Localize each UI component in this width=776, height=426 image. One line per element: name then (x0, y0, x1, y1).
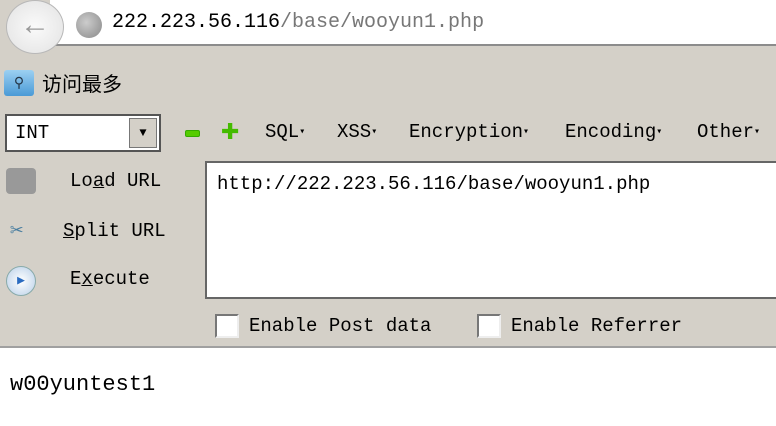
increment-icon[interactable]: ✚ (221, 122, 239, 144)
back-button[interactable]: ← (6, 0, 64, 54)
play-icon: ▶ (6, 266, 36, 296)
back-arrow-icon: ← (25, 10, 44, 44)
folder-search-icon: ⚲ (4, 69, 34, 96)
menu-label: Encryption (409, 121, 524, 143)
select-value: INT (15, 122, 50, 144)
menu-xss[interactable]: XSS▾ (337, 121, 377, 143)
menu-encoding[interactable]: Encoding▾ (565, 121, 662, 143)
menu-sql[interactable]: SQL▾ (265, 121, 305, 143)
enable-post-checkbox[interactable]: Enable Post data (215, 314, 431, 338)
scissors-icon: ✂ (10, 219, 24, 244)
globe-icon (76, 12, 102, 38)
address-url[interactable]: 222.223.56.116/base/wooyun1.php (112, 11, 484, 34)
load-url-label: Load URL (70, 170, 162, 192)
checkbox-label: Enable Referrer (511, 315, 683, 337)
type-select[interactable]: INT ▼ (5, 114, 161, 152)
checkbox-box[interactable] (477, 314, 501, 338)
hackbar-chrome: ← 222.223.56.116/base/wooyun1.php ⚲ 访问最多… (0, 0, 776, 348)
caret-icon: ▾ (754, 126, 761, 138)
checkbox-box[interactable] (215, 314, 239, 338)
bookmark-most-visited[interactable]: ⚲ 访问最多 (4, 68, 122, 97)
decrement-icon[interactable] (185, 130, 200, 137)
menu-label: Other (697, 121, 755, 143)
execute-label: Execute (70, 268, 150, 290)
menu-label: XSS (337, 121, 372, 143)
url-text: http://222.223.56.116/base/wooyun1.php (217, 173, 651, 195)
printer-icon (6, 168, 36, 194)
caret-icon: ▾ (656, 126, 663, 138)
url-textarea[interactable]: http://222.223.56.116/base/wooyun1.php (205, 161, 776, 299)
enable-referrer-checkbox[interactable]: Enable Referrer (477, 314, 682, 338)
caret-icon: ▾ (371, 126, 378, 138)
menu-encryption[interactable]: Encryption▾ (409, 121, 529, 143)
checkbox-label: Enable Post data (249, 315, 432, 337)
chevron-down-icon[interactable]: ▼ (129, 118, 157, 148)
caret-icon: ▾ (523, 126, 530, 138)
menu-other[interactable]: Other▾ (697, 121, 760, 143)
bookmark-label: 访问最多 (42, 72, 122, 96)
split-url-label: Split URL (63, 220, 166, 242)
caret-icon: ▾ (299, 126, 306, 138)
url-path: /base/wooyun1.php (280, 11, 485, 34)
url-host: 222.223.56.116 (112, 11, 281, 34)
menu-label: Encoding (565, 121, 657, 143)
menu-label: SQL (265, 121, 300, 143)
page-output: w00yuntest1 (10, 372, 156, 397)
